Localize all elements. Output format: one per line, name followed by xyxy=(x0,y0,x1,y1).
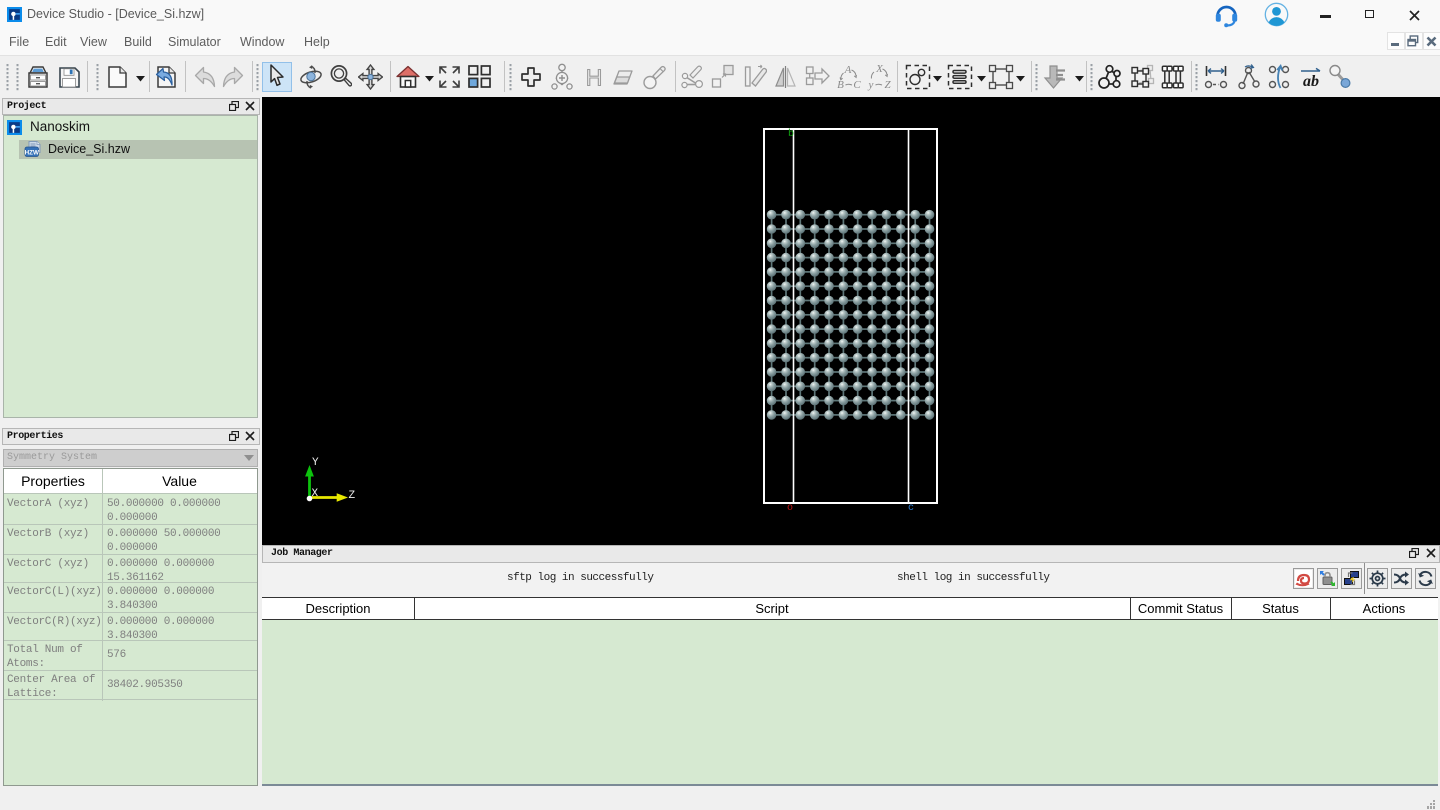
svg-text:H: H xyxy=(586,66,603,90)
svg-text:ab: ab xyxy=(1303,73,1319,90)
svg-text:y: y xyxy=(868,79,874,91)
svg-text:X: X xyxy=(312,488,319,500)
svg-text:b: b xyxy=(788,128,794,140)
svg-text:A: A xyxy=(844,64,852,76)
svg-text:c: c xyxy=(908,503,914,514)
svg-text:Z: Z xyxy=(884,79,891,91)
svg-text:Z: Z xyxy=(349,490,356,502)
svg-text:HZW: HZW xyxy=(25,149,39,156)
svg-text:o: o xyxy=(787,503,793,514)
svg-text:Y: Y xyxy=(312,457,319,469)
svg-text:C: C xyxy=(853,79,861,91)
svg-text:B: B xyxy=(837,79,844,91)
